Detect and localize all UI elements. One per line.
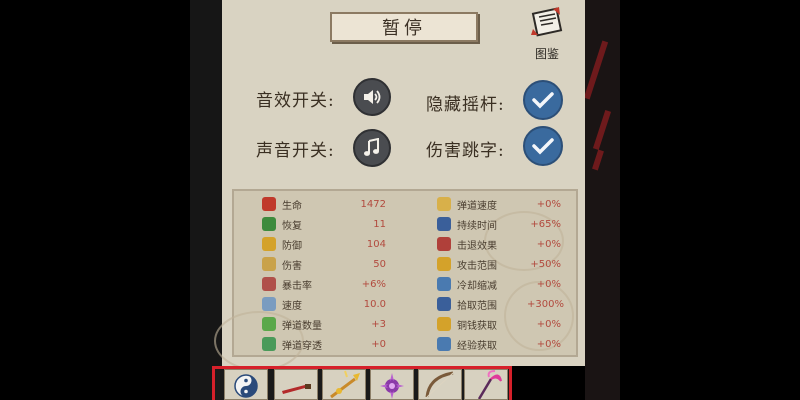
regen-icon <box>262 217 276 231</box>
sword-icon <box>262 257 276 271</box>
bow-icon <box>425 371 454 398</box>
stat-right-row: 弹道速度 +0% <box>437 196 561 212</box>
stat-value: +0% <box>536 238 561 250</box>
stat-value: 1472 <box>360 198 386 210</box>
sound-toggle[interactable] <box>353 129 391 167</box>
stat-name: 弹道穿透 <box>282 340 322 352</box>
stat-right-row: 攻击范围 +50% <box>437 256 561 272</box>
stat-value: +0% <box>536 198 561 210</box>
stat-name: 经验获取 <box>457 340 497 352</box>
stat-value: +3 <box>371 318 386 330</box>
equipment-slot-3[interactable] <box>322 369 366 400</box>
purple-crystal-icon <box>380 373 404 399</box>
stat-name: 速度 <box>282 300 302 312</box>
music-note-icon <box>364 138 379 156</box>
stat-value: 11 <box>373 218 386 230</box>
stat-left-row: 暴击率 +6% <box>262 276 386 292</box>
book-icon <box>437 337 451 351</box>
stat-name: 恢复 <box>282 220 302 232</box>
cooldown-icon <box>437 277 451 291</box>
stat-name: 持续时间 <box>457 220 497 232</box>
damage-numbers-label: 伤害跳字: <box>426 141 505 161</box>
sound-effects-label: 音效开关: <box>256 91 335 111</box>
equipment-slot-5[interactable] <box>418 369 462 400</box>
stat-left-row: 伤害 50 <box>262 256 386 272</box>
stat-left-row: 弹道穿透 +0 <box>262 336 386 352</box>
equipment-slot-6[interactable] <box>464 369 508 400</box>
stat-name: 冷却缩减 <box>457 280 497 292</box>
stat-value: 10.0 <box>363 298 386 310</box>
stat-name: 弹道速度 <box>457 200 497 212</box>
checkmark-icon <box>532 92 554 109</box>
stat-right-row: 持续时间 +65% <box>437 216 561 232</box>
stat-value: +300% <box>527 298 564 310</box>
equipment-slot-2[interactable] <box>274 369 318 400</box>
stat-right-row: 冷却缩减 +0% <box>437 276 561 292</box>
pink-scythe-icon <box>477 370 502 399</box>
page-title: 暂停 <box>382 18 426 39</box>
stat-left-row: 速度 10.0 <box>262 296 386 312</box>
stat-left-row: 弹道数量 +3 <box>262 316 386 332</box>
codex-book-icon <box>531 7 563 37</box>
coin-icon <box>437 317 451 331</box>
speaker-icon <box>364 90 381 104</box>
heart-icon <box>262 197 276 211</box>
magnet-icon <box>437 297 451 311</box>
crit-icon <box>262 277 276 291</box>
stat-value: +0% <box>536 278 561 290</box>
fist-icon <box>437 237 451 251</box>
stat-name: 暴击率 <box>282 280 312 292</box>
hide-joystick-checkbox[interactable] <box>523 80 563 120</box>
codex-button[interactable]: 图鉴 <box>527 5 567 63</box>
stat-left-row: 恢复 11 <box>262 216 386 232</box>
sound-label: 声音开关: <box>256 141 335 161</box>
pierce-icon <box>262 337 276 351</box>
stat-name: 防御 <box>282 240 302 252</box>
golden-spear-icon <box>330 370 360 399</box>
stat-right-row: 拾取范围 +300% <box>437 296 564 312</box>
hide-joystick-label: 隐藏摇杆: <box>426 95 505 115</box>
codex-label: 图鉴 <box>534 47 559 61</box>
boot-icon <box>262 297 276 311</box>
equipment-slot-1[interactable] <box>224 369 268 400</box>
stat-name: 铜钱获取 <box>457 320 497 332</box>
stat-name: 击退效果 <box>457 240 497 252</box>
stat-name: 弹道数量 <box>282 320 322 332</box>
stat-value: +6% <box>361 278 386 290</box>
sound-effects-toggle[interactable] <box>353 78 391 116</box>
shield-icon <box>262 237 276 251</box>
right-margin <box>583 0 620 400</box>
stat-right-row: 经验获取 +0% <box>437 336 561 352</box>
stat-value: +0 <box>371 338 386 350</box>
stat-value: +65% <box>530 218 561 230</box>
equipment-slot-4[interactable] <box>370 369 414 400</box>
stat-left-row: 防御 104 <box>262 236 386 252</box>
wing-icon <box>437 197 451 211</box>
stat-right-row: 击退效果 +0% <box>437 236 561 252</box>
area-icon <box>437 257 451 271</box>
stat-right-row: 铜钱获取 +0% <box>437 316 561 332</box>
stat-left-row: 生命 1472 <box>262 196 386 212</box>
stat-name: 拾取范围 <box>457 300 497 312</box>
yin-yang-icon <box>234 374 258 398</box>
stat-value: +0% <box>536 318 561 330</box>
checkmark-icon <box>532 138 554 155</box>
stat-value: 104 <box>366 238 386 250</box>
red-blade-icon <box>282 384 311 394</box>
stat-value: 50 <box>373 258 386 270</box>
damage-numbers-checkbox[interactable] <box>523 126 563 166</box>
stat-value: +50% <box>530 258 561 270</box>
multishot-icon <box>262 317 276 331</box>
stat-name: 伤害 <box>282 260 302 272</box>
stat-name: 生命 <box>282 200 302 212</box>
hourglass-icon <box>437 217 451 231</box>
stat-value: +0% <box>536 338 561 350</box>
title-plate: 暂停 <box>330 12 478 42</box>
stat-name: 攻击范围 <box>457 260 497 272</box>
